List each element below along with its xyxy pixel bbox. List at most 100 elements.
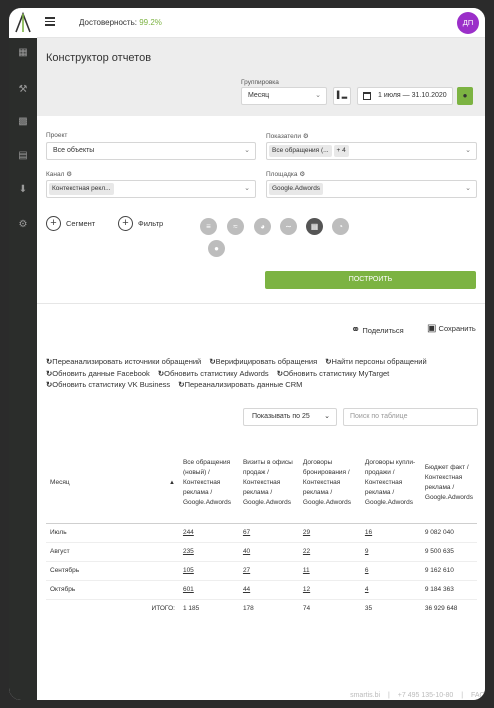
message-icon[interactable]: ▤ bbox=[16, 149, 30, 163]
column-header[interactable]: Все обращения (новый) / Контекстная рекл… bbox=[178, 443, 239, 524]
cell-link[interactable]: 12 bbox=[303, 586, 310, 593]
table-cell[interactable]: 29 bbox=[298, 523, 361, 543]
cell-link[interactable]: 235 bbox=[183, 548, 194, 555]
cell-link[interactable]: 67 bbox=[243, 529, 250, 536]
logo-icon bbox=[15, 11, 31, 33]
reliability-label: Достоверность: bbox=[79, 18, 137, 27]
cell-link[interactable]: 29 bbox=[303, 529, 310, 536]
table-cell: 9 500 635 bbox=[420, 542, 477, 562]
table-cell[interactable]: 44 bbox=[238, 580, 299, 600]
table-cell: 9 184 363 bbox=[420, 580, 477, 600]
chevron-down-icon: ⌄ bbox=[244, 147, 250, 154]
metrics-more-tag[interactable]: + 4 bbox=[333, 145, 349, 157]
logo[interactable] bbox=[9, 8, 37, 38]
chevron-down-icon: ⌄ bbox=[315, 92, 321, 99]
wrench-icon[interactable]: ⚒ bbox=[16, 83, 30, 97]
column-header[interactable]: Договоры бронирования / Контекстная рекл… bbox=[298, 443, 361, 524]
cell-link[interactable]: 44 bbox=[243, 586, 250, 593]
link-update-facebook[interactable]: Обновить данные Facebook bbox=[46, 369, 150, 378]
column-header[interactable]: Бюджет факт / Контекстная реклама / Goog… bbox=[420, 443, 477, 524]
link-update-vk[interactable]: Обновить статистику VK Business bbox=[46, 380, 170, 389]
platform-tag[interactable]: Google.Adwords bbox=[269, 183, 324, 195]
footer-separator: | bbox=[461, 692, 464, 699]
area-icon[interactable]: ∼ bbox=[280, 218, 297, 235]
link-reanalyze-crm[interactable]: Переанализировать данные CRM bbox=[178, 380, 302, 389]
save-label: Сохранить bbox=[438, 324, 476, 333]
cell-link[interactable]: 22 bbox=[303, 548, 310, 555]
build-button[interactable]: ПОСТРОИТЬ bbox=[265, 271, 476, 289]
date-range-picker[interactable]: 1 июля — 31.10.2020 bbox=[357, 87, 453, 105]
segment-button[interactable]: Сегмент bbox=[66, 219, 95, 228]
save-button[interactable]: ▣ Сохранить bbox=[427, 323, 476, 334]
table-cell[interactable]: 4 bbox=[360, 580, 421, 600]
footer-phone[interactable]: +7 495 135-10-80 bbox=[398, 692, 453, 699]
cell-link[interactable]: 27 bbox=[243, 567, 250, 574]
settings-icon[interactable]: ⚙ bbox=[16, 218, 30, 232]
add-segment-icon[interactable]: + bbox=[46, 216, 61, 231]
chevron-down-icon: ⌄ bbox=[465, 147, 471, 154]
grouping-value: Месяц bbox=[248, 92, 270, 99]
pie-icon[interactable]: ◕ bbox=[254, 218, 271, 235]
share-button[interactable]: ⚭ Поделиться bbox=[351, 323, 404, 336]
table-cell[interactable]: 105 bbox=[178, 561, 239, 581]
cell-link[interactable]: 9 bbox=[365, 548, 369, 555]
table-cell-month: Август bbox=[46, 542, 179, 562]
page-size-select[interactable]: Показывать по 25 ⌄ bbox=[243, 408, 337, 426]
column-header[interactable]: Договоры купли-продажи / Контекстная рек… bbox=[360, 443, 421, 524]
chat-icon[interactable]: ▩ bbox=[16, 115, 30, 129]
column-header-month[interactable]: Месяц ▲ bbox=[46, 443, 179, 524]
cell-link[interactable]: 16 bbox=[365, 529, 372, 536]
table-search-input[interactable]: Поиск по таблице bbox=[343, 408, 478, 426]
cell-link[interactable]: 11 bbox=[303, 567, 310, 574]
gauge-icon[interactable]: ◔ bbox=[332, 218, 349, 235]
link-find-personas[interactable]: Найти персоны обращений bbox=[325, 357, 426, 366]
table-cell[interactable]: 16 bbox=[360, 523, 421, 543]
table-cell[interactable]: 601 bbox=[178, 580, 239, 600]
footer-faq-link[interactable]: FAQ bbox=[471, 692, 485, 699]
table-cell[interactable]: 11 bbox=[298, 561, 361, 581]
metrics-tag[interactable]: Все обращения (... bbox=[269, 145, 332, 157]
funnel-icon[interactable]: ≡ bbox=[200, 218, 217, 235]
dashboard-icon[interactable]: ▦ bbox=[16, 46, 30, 60]
table-cell[interactable]: 67 bbox=[238, 523, 299, 543]
table-cell[interactable]: 12 bbox=[298, 580, 361, 600]
cell-link[interactable]: 6 bbox=[365, 567, 369, 574]
table-cell[interactable]: 244 bbox=[178, 523, 239, 543]
table-cell[interactable]: 6 bbox=[360, 561, 421, 581]
channel-tag[interactable]: Контекстная рекл... bbox=[49, 183, 114, 195]
table-cell[interactable]: 40 bbox=[238, 542, 299, 562]
channel-select[interactable]: Контекстная рекл... ⌄ bbox=[46, 180, 256, 198]
avatar[interactable]: ДП bbox=[457, 12, 479, 34]
download-icon[interactable]: ⬇ bbox=[16, 183, 30, 197]
cell-link[interactable]: 105 bbox=[183, 567, 194, 574]
cell-link[interactable]: 4 bbox=[365, 586, 369, 593]
column-header[interactable]: Визиты в офисы продаж / Контекстная рекл… bbox=[238, 443, 299, 524]
footer-site-link[interactable]: smartis.bi bbox=[350, 692, 380, 699]
metrics-select[interactable]: Все обращения (... + 4 ⌄ bbox=[266, 142, 477, 160]
page-header: Конструктор отчетов Группировка Месяц ⌄ … bbox=[37, 38, 485, 116]
platform-select[interactable]: Google.Adwords ⌄ bbox=[266, 180, 477, 198]
table-cell[interactable]: 235 bbox=[178, 542, 239, 562]
link-verify-requests[interactable]: Верифицировать обращения bbox=[209, 357, 317, 366]
link-update-adwords[interactable]: Обновить статистику Adwords bbox=[158, 369, 269, 378]
project-label: Проект bbox=[46, 132, 68, 139]
cell-link[interactable]: 244 bbox=[183, 529, 194, 536]
chart-toggle-button[interactable]: ▌▂ bbox=[333, 87, 351, 105]
wave-icon[interactable]: ≈ bbox=[227, 218, 244, 235]
grouping-select[interactable]: Месяц ⌄ bbox=[241, 87, 327, 105]
table-cell[interactable]: 27 bbox=[238, 561, 299, 581]
project-select[interactable]: Все объекты ⌄ bbox=[46, 142, 256, 160]
people-icon: ● bbox=[462, 91, 468, 100]
table-cell[interactable]: 9 bbox=[360, 542, 421, 562]
cell-link[interactable]: 40 bbox=[243, 548, 250, 555]
table-cell[interactable]: 22 bbox=[298, 542, 361, 562]
link-update-mytarget[interactable]: Обновить статистику MyTarget bbox=[277, 369, 390, 378]
link-reanalyze-sources[interactable]: Переанализировать источники обращений bbox=[46, 357, 201, 366]
table-icon[interactable]: ▦ bbox=[306, 218, 323, 235]
drop-icon[interactable]: ● bbox=[208, 240, 225, 257]
cell-link[interactable]: 601 bbox=[183, 586, 194, 593]
compare-button[interactable]: ● bbox=[457, 87, 473, 105]
filter-button[interactable]: Фильтр bbox=[138, 219, 163, 228]
add-filter-icon[interactable]: + bbox=[118, 216, 133, 231]
menu-icon[interactable] bbox=[45, 17, 55, 27]
